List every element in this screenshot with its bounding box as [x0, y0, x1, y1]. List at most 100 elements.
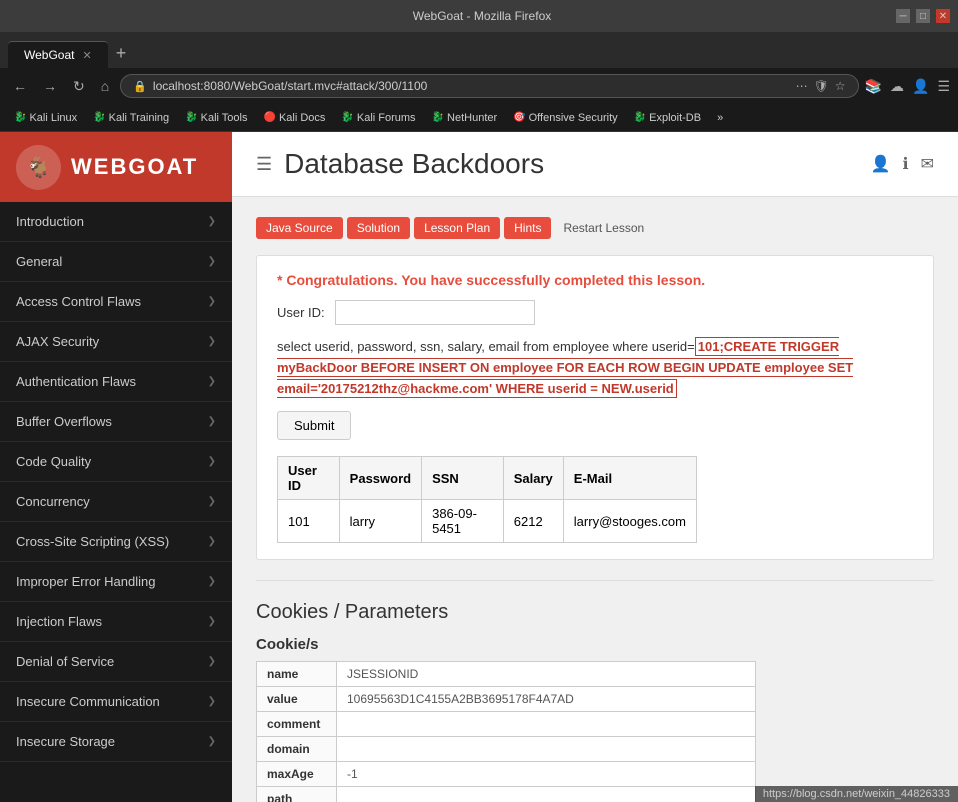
sidebar-item-xss[interactable]: Cross-Site Scripting (XSS) ❯ [0, 522, 232, 562]
info-icon[interactable]: ℹ [903, 154, 909, 174]
sidebar-item-label: Authentication Flaws [16, 374, 136, 389]
sidebar-item-improper-error-handling[interactable]: Improper Error Handling ❯ [0, 562, 232, 602]
cookie-path-value [337, 787, 756, 802]
account-icon[interactable]: 👤 [912, 78, 929, 95]
cookie-maxage-label: maxAge [257, 762, 337, 787]
cookie-table: name JSESSIONID value 10695563D1C4155A2B… [256, 661, 756, 802]
cookie-subtitle: Cookie/s [256, 636, 934, 653]
reload-button[interactable]: ↻ [68, 76, 90, 97]
solution-button[interactable]: Solution [347, 217, 410, 239]
logo-text: WEBGOAT [71, 154, 198, 180]
bookmark-star-icon[interactable]: ☆ [835, 79, 846, 93]
hints-button[interactable]: Hints [504, 217, 551, 239]
page-title: Database Backdoors [284, 148, 544, 180]
sidebar-item-code-quality[interactable]: Code Quality ❯ [0, 442, 232, 482]
status-bar: https://blog.csdn.net/weixin_44826333 [755, 786, 958, 802]
kali-tools-icon: 🐉 [185, 112, 197, 123]
bookmark-label: Kali Training [109, 112, 170, 124]
sidebar-item-access-control-flaws[interactable]: Access Control Flaws ❯ [0, 282, 232, 322]
mail-icon[interactable]: ✉ [921, 154, 934, 174]
sidebar-item-insecure-communication[interactable]: Insecure Communication ❯ [0, 682, 232, 722]
bookmark-kali-forums[interactable]: 🐉 Kali Forums [335, 110, 421, 126]
sync-icon[interactable]: ☁ [890, 78, 904, 95]
cookie-maxage-row: maxAge -1 [257, 762, 756, 787]
sidebar-item-label: Injection Flaws [16, 614, 102, 629]
col-password: Password [339, 457, 421, 500]
chevron-right-icon: ❯ [208, 576, 216, 587]
kali-forums-icon: 🐉 [341, 112, 353, 123]
chevron-right-icon: » [717, 112, 723, 124]
title-bar: WebGoat - Mozilla Firefox ─ □ ✕ [0, 0, 958, 32]
chevron-right-icon: ❯ [208, 696, 216, 707]
sql-query-display: select userid, password, ssn, salary, em… [277, 337, 913, 399]
forward-button[interactable]: → [38, 76, 62, 96]
main-content: ☰ Database Backdoors 👤 ℹ ✉ Java Source S… [232, 132, 958, 802]
chevron-right-icon: ❯ [208, 456, 216, 467]
user-icon[interactable]: 👤 [871, 154, 891, 174]
restart-lesson-link[interactable]: Restart Lesson [563, 221, 644, 235]
bookmark-nethunter[interactable]: 🐉 NetHunter [426, 110, 504, 126]
col-userid: User ID [278, 457, 340, 500]
sidebar-item-concurrency[interactable]: Concurrency ❯ [0, 482, 232, 522]
bookmark-label: Kali Linux [29, 112, 77, 124]
sidebar-item-label: AJAX Security [16, 334, 99, 349]
sidebar-item-ajax-security[interactable]: AJAX Security ❯ [0, 322, 232, 362]
library-icon[interactable]: 📚 [865, 78, 882, 95]
java-source-button[interactable]: Java Source [256, 217, 343, 239]
bookmark-exploit-db[interactable]: 🐉 Exploit-DB [628, 110, 707, 126]
bookmark-offensive-security[interactable]: 🎯 Offensive Security [507, 110, 624, 126]
shield-icon: 🛡 [814, 79, 829, 93]
cookie-domain-label: domain [257, 737, 337, 762]
sql-prefix: select userid, password, ssn, salary, em… [277, 339, 695, 354]
chevron-right-icon: ❯ [208, 376, 216, 387]
bookmark-label: NetHunter [447, 112, 497, 124]
menu-icon[interactable]: ☰ [937, 78, 950, 95]
sidebar-item-authentication-flaws[interactable]: Authentication Flaws ❯ [0, 362, 232, 402]
back-button[interactable]: ← [8, 76, 32, 96]
home-button[interactable]: ⌂ [96, 76, 114, 96]
bookmark-kali-linux[interactable]: 🐉 Kali Linux [8, 110, 83, 126]
more-bookmarks[interactable]: » [711, 110, 729, 126]
cookie-path-label: path [257, 787, 337, 802]
tab-close-button[interactable]: ✕ [82, 49, 91, 62]
chevron-right-icon: ❯ [208, 496, 216, 507]
bookmark-label: Kali Docs [279, 112, 325, 124]
sidebar-item-insecure-storage[interactable]: Insecure Storage ❯ [0, 722, 232, 762]
window-controls[interactable]: ─ □ ✕ [896, 9, 950, 23]
chevron-right-icon: ❯ [208, 736, 216, 747]
browser-tab[interactable]: WebGoat ✕ [8, 41, 108, 68]
header-icons: 👤 ℹ ✉ [871, 154, 934, 174]
chevron-right-icon: ❯ [208, 296, 216, 307]
cell-ssn: 386-09-5451 [422, 500, 504, 543]
bookmark-label: Kali Forums [357, 112, 416, 124]
sidebar-item-introduction[interactable]: Introduction ❯ [0, 202, 232, 242]
submit-button[interactable]: Submit [277, 411, 351, 440]
sidebar-item-denial-of-service[interactable]: Denial of Service ❯ [0, 642, 232, 682]
url-input[interactable] [153, 79, 790, 93]
cell-email: larry@stooges.com [563, 500, 696, 543]
sidebar-item-label: General [16, 254, 62, 269]
new-tab-button[interactable]: + [108, 39, 135, 68]
result-table: User ID Password SSN Salary E-Mail 101 l… [277, 456, 697, 543]
hamburger-icon[interactable]: ☰ [256, 154, 272, 175]
sidebar-item-buffer-overflows[interactable]: Buffer Overflows ❯ [0, 402, 232, 442]
sidebar-item-label: Improper Error Handling [16, 574, 155, 589]
col-email: E-Mail [563, 457, 696, 500]
status-url: https://blog.csdn.net/weixin_44826333 [763, 788, 950, 800]
chevron-right-icon: ❯ [208, 656, 216, 667]
restore-button[interactable]: □ [916, 9, 930, 23]
section-divider [256, 580, 934, 581]
address-bar[interactable]: 🔒 ⋯ 🛡 ☆ [120, 74, 858, 98]
cookie-value-row: value 10695563D1C4155A2BB3695178F4A7AD [257, 687, 756, 712]
bookmark-label: Kali Tools [201, 112, 248, 124]
bookmark-kali-tools[interactable]: 🐉 Kali Tools [179, 110, 253, 126]
bookmark-kali-docs[interactable]: 🔴 Kali Docs [258, 110, 332, 126]
close-button[interactable]: ✕ [936, 9, 950, 23]
sidebar-item-injection-flaws[interactable]: Injection Flaws ❯ [0, 602, 232, 642]
user-id-input[interactable] [335, 300, 535, 325]
sidebar-item-general[interactable]: General ❯ [0, 242, 232, 282]
lesson-plan-button[interactable]: Lesson Plan [414, 217, 500, 239]
window-title: WebGoat - Mozilla Firefox [68, 9, 896, 23]
minimize-button[interactable]: ─ [896, 9, 910, 23]
bookmark-kali-training[interactable]: 🐉 Kali Training [87, 110, 175, 126]
